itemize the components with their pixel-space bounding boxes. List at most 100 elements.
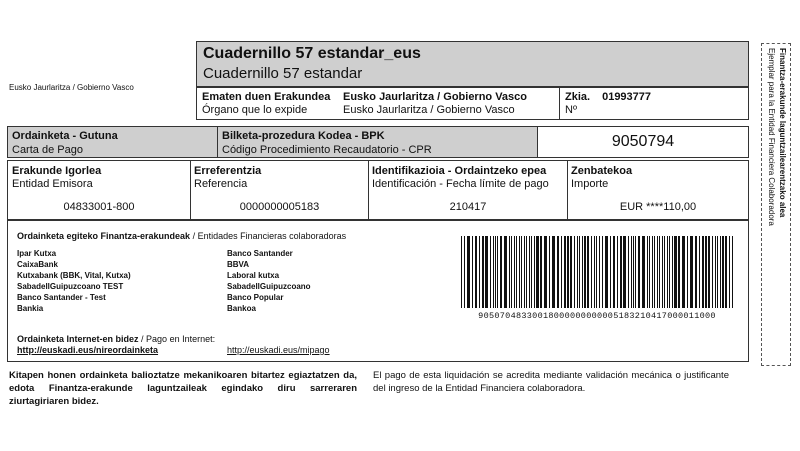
barcode-bar [587, 236, 589, 308]
title-es: Cuadernillo 57 estandar [203, 65, 363, 82]
organ-value: Eusko Jaurlaritza / Gobierno Vasco Eusko… [343, 91, 528, 116]
barcode-bar [613, 236, 615, 308]
side-tab-text: Finantza-erakunde laguntzailearentzako a… [767, 48, 787, 226]
bank-name: Bankia [17, 304, 44, 313]
barcode-bar [577, 236, 578, 308]
barcode-bar [526, 236, 527, 308]
reference-value: 0000000005183 [239, 201, 320, 213]
barcode-bar [567, 236, 569, 308]
barcode-bar [519, 236, 520, 308]
banks-right-list: Banco Santander BBVA Laboral kutxa Sabad… [227, 248, 311, 314]
bank-name: SabadellGuipuzcoano TEST [17, 282, 124, 291]
barcode-bar [504, 236, 507, 308]
barcode-bar [594, 236, 595, 308]
barcode-bar [610, 236, 611, 308]
barcode-bar [579, 236, 580, 308]
barcode-bar [570, 236, 572, 308]
barcode-bar [514, 236, 515, 308]
barcode-bar [485, 236, 488, 308]
barcode-bar [540, 236, 542, 308]
identification-value: 210417 [449, 201, 487, 213]
bank-name: Banco Santander [227, 249, 293, 258]
payment-code: 9050794 [611, 133, 675, 150]
bank-name: CaixaBank [17, 260, 58, 269]
title-box: Cuadernillo 57 estandar_eus Cuadernillo … [196, 41, 749, 87]
barcode-bar [633, 236, 634, 308]
barcode-bar [599, 236, 600, 308]
barcode-bar [720, 236, 721, 308]
entity-label: Erakunde Igorlea Entidad Emisora [12, 165, 102, 190]
barcode-bar [667, 236, 668, 308]
barcode-bar [687, 236, 688, 308]
side-tab: Finantza-erakunde laguntzailearentzako a… [761, 43, 791, 366]
barcode-bar [695, 236, 697, 308]
barcode-bar [669, 236, 670, 308]
payment-link-eus[interactable]: http://euskadi.eus/nireordainketa [17, 345, 158, 355]
barcode-bar [705, 236, 707, 308]
title-eus: Cuadernillo 57 estandar_eus [203, 45, 421, 62]
barcode-bar [602, 236, 603, 308]
barcode-bar [722, 236, 724, 308]
amount-label: Zenbatekoa Importe [571, 165, 633, 190]
barcode-bar [536, 236, 539, 308]
footer-es: El pago de esta liquidación se acredita … [373, 370, 729, 394]
barcode-bar [561, 236, 562, 308]
barcode-bar [461, 236, 462, 308]
barcode-bar [516, 236, 517, 308]
barcode-bar [617, 236, 618, 308]
entity-value: 04833001-800 [63, 201, 135, 213]
barcode-bar [620, 236, 622, 308]
barcode-bar [475, 236, 477, 308]
bank-name: Banco Santander - Test [17, 293, 106, 302]
barcode-bar [690, 236, 693, 308]
bank-name: Laboral kutxa [227, 271, 280, 280]
barcode-bar [596, 236, 597, 308]
procedure-eus: Bilketa-prozedura Kodea - BPK [222, 130, 385, 142]
bank-name: Ipar Kutxa [17, 249, 57, 258]
barcode-bar [631, 236, 632, 308]
issuer-name: Eusko Jaurlaritza / Gobierno Vasco [9, 83, 134, 92]
barcode-bar [564, 236, 566, 308]
bank-name: SabadellGuipuzcoano [227, 282, 311, 291]
barcode-bar [500, 236, 502, 308]
barcode-bar [672, 236, 673, 308]
barcode-bar [549, 236, 550, 308]
barcode-bar [509, 236, 510, 308]
barcode-bar [725, 236, 727, 308]
organ-label: Ematen duen Erakundea Órgano que lo expi… [202, 91, 331, 116]
barcode-bar [557, 236, 559, 308]
barcode-bar [674, 236, 677, 308]
barcode-bar [635, 236, 636, 308]
barcode-bar [495, 236, 496, 308]
barcode-bar [729, 236, 730, 308]
barcode-bar [654, 236, 655, 308]
amount-value: EUR ****110,00 [619, 201, 697, 213]
payment-type-box: Ordainketa - Gutuna Carta de Pago [7, 126, 218, 158]
barcode-bar [732, 236, 733, 308]
bank-name: BBVA [227, 260, 250, 269]
barcode-bar [657, 236, 658, 308]
barcode-bar [493, 236, 494, 308]
procedure-es: Código Procedimiento Recaudatorio - CPR [222, 144, 432, 156]
barcode-bar [497, 236, 498, 308]
procedure-box: Bilketa-prozedura Kodea - BPK Código Pro… [217, 126, 538, 158]
barcode-bar [511, 236, 512, 308]
barcode-bar [628, 236, 629, 308]
payment-link-es[interactable]: http://euskadi.eus/mipago [227, 345, 330, 355]
barcode-bar [699, 236, 700, 308]
barcode-bar [472, 236, 473, 308]
barcode-bar [664, 236, 665, 308]
barcode-bar [531, 236, 532, 308]
zkia-block: Zkia. 01993777 Nº [565, 91, 651, 117]
barcode-bar [708, 236, 710, 308]
bank-name: Banco Popular [227, 293, 284, 302]
organ-row: Ematen duen Erakundea Órgano que lo expi… [196, 87, 749, 120]
banks-heading: Ordainketa egiteko Finantza-erakundeak /… [17, 231, 347, 241]
barcode-bar [584, 236, 586, 308]
barcode-bar [521, 236, 522, 308]
barcode-bar [529, 236, 530, 308]
banks-box: Ordainketa egiteko Finantza-erakundeak /… [7, 220, 749, 362]
payment-type-es: Carta de Pago [12, 144, 83, 156]
barcode-bar [482, 236, 484, 308]
barcode-bar [490, 236, 491, 308]
